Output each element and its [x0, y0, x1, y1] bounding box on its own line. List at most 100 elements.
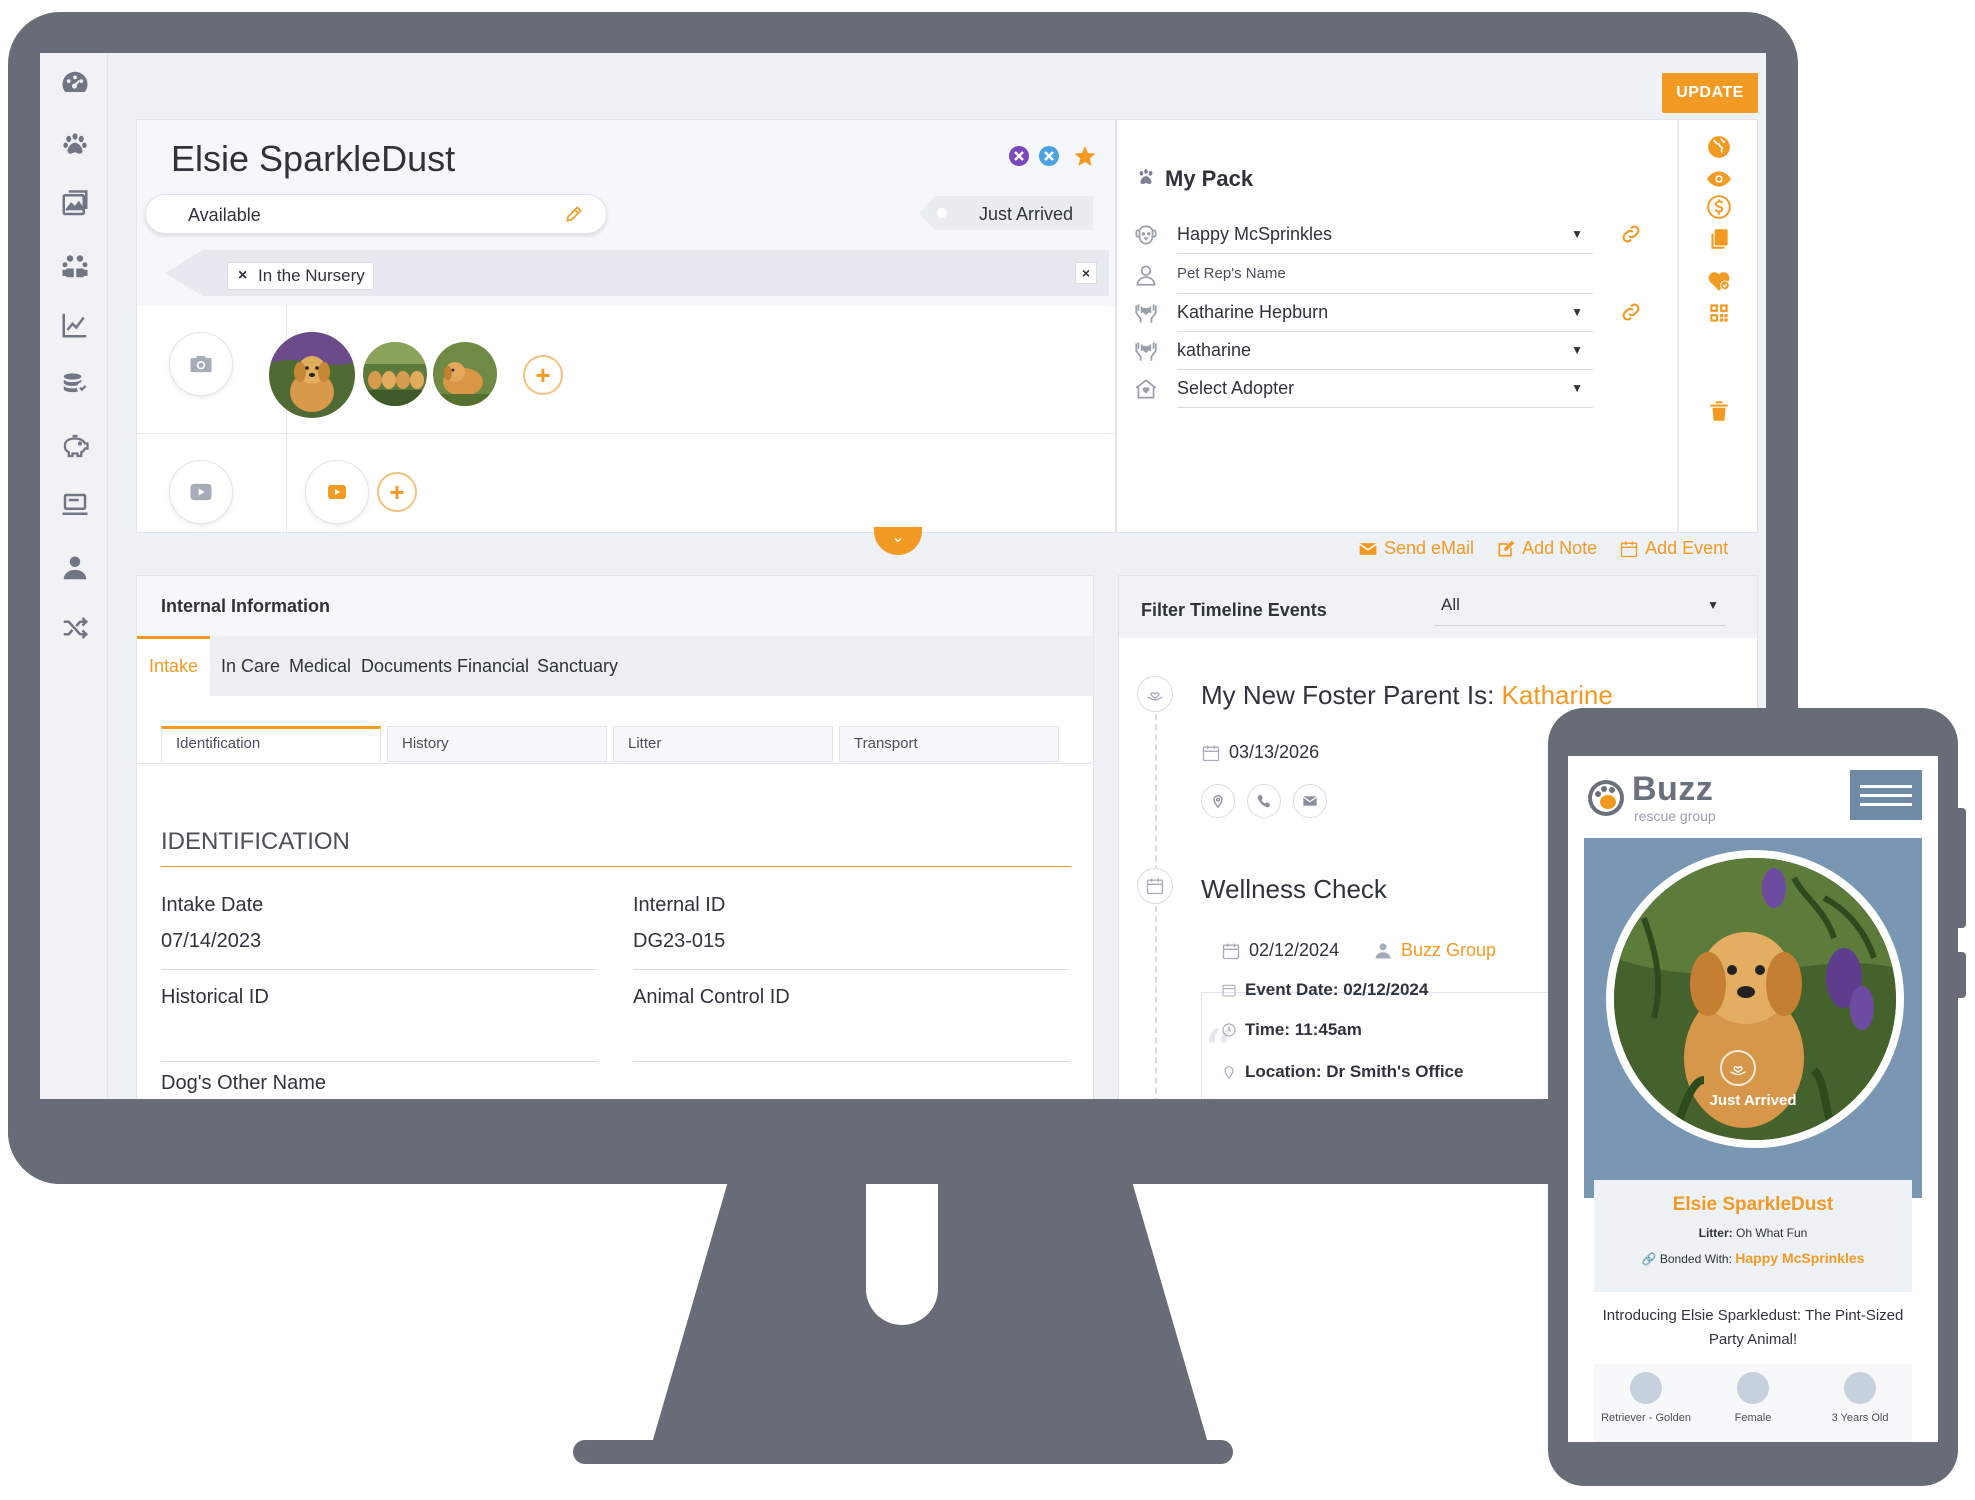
historical-id-field[interactable]	[161, 1022, 597, 1062]
shuffle-icon[interactable]	[60, 613, 90, 643]
quick-actions: Send eMail Add Note Add Event	[1358, 538, 1728, 559]
foster-contact-value: katharine	[1177, 340, 1252, 360]
add-video-button[interactable]: +	[377, 472, 417, 512]
not-fixed-icon[interactable]	[1007, 144, 1031, 168]
user-icon[interactable]	[60, 553, 90, 583]
hands-icon	[1135, 342, 1157, 361]
app-screen: UPDATE Elsie SparkleDust Available Just …	[40, 53, 1766, 1099]
photo-thumbnail-3[interactable]	[433, 342, 497, 406]
qr-code-icon[interactable]	[1706, 300, 1732, 326]
breed-icon	[1630, 1372, 1662, 1404]
gallery-icon[interactable]	[60, 189, 90, 219]
section-title: IDENTIFICATION	[161, 828, 1071, 867]
historical-id-label: Historical ID	[161, 986, 269, 1008]
foster-contact-select[interactable]: katharine ▼	[1177, 334, 1593, 370]
videos-play-icon[interactable]	[169, 460, 233, 524]
bonded-pet-select[interactable]: Happy McSprinkles ▼	[1177, 218, 1593, 254]
bonded-pet-value: Happy McSprinkles	[1177, 224, 1333, 244]
wellness-group[interactable]: Buzz Group	[1373, 940, 1496, 961]
add-event-link[interactable]: Add Event	[1619, 538, 1728, 559]
photos-camera-icon[interactable]	[169, 332, 233, 396]
monitor-stand-notch	[866, 1180, 938, 1325]
pencil-icon[interactable]	[564, 204, 584, 224]
remove-tag-icon[interactable]: ×	[238, 263, 247, 289]
clear-tags-button[interactable]: ×	[1075, 262, 1097, 284]
link-icon[interactable]	[1619, 222, 1643, 246]
heart-check-icon[interactable]	[1706, 268, 1732, 294]
tag-chip[interactable]: × In the Nursery	[227, 262, 374, 290]
add-note-label: Add Note	[1522, 538, 1598, 558]
subtab-litter[interactable]: Litter	[613, 726, 833, 762]
adopter-value: Select Adopter	[1177, 378, 1295, 398]
copy-icon[interactable]	[1706, 226, 1732, 252]
laptop-icon[interactable]	[60, 490, 90, 520]
wellness-date-value: 02/12/2024	[1249, 940, 1340, 960]
internal-id-field[interactable]: DG23-015	[633, 930, 1069, 970]
just-arrived-badge: Just Arrived	[1709, 1092, 1797, 1109]
subtab-identification[interactable]: Identification	[161, 726, 381, 762]
buzz-logo-icon	[1588, 780, 1624, 816]
subtab-transport[interactable]: Transport	[839, 726, 1059, 762]
chart-icon[interactable]	[60, 310, 90, 340]
photo-thumbnail-1[interactable]	[269, 332, 355, 418]
globe-icon[interactable]	[1706, 134, 1732, 160]
tab-sanctuary[interactable]: Sanctuary	[525, 636, 630, 696]
envelope-icon	[1359, 542, 1377, 555]
animal-control-id-field[interactable]	[633, 1022, 1069, 1062]
favorite-star-icon[interactable]	[1073, 144, 1097, 168]
internal-info-title: Internal Information	[161, 596, 331, 616]
dollar-icon[interactable]	[1706, 194, 1732, 220]
tab-intake[interactable]: Intake	[137, 636, 211, 696]
litter-label: Litter:	[1698, 1226, 1733, 1240]
chevron-down-icon: ▼	[1571, 305, 1583, 319]
dashboard-icon[interactable]	[60, 68, 90, 98]
status-select[interactable]: Available	[145, 194, 607, 234]
phone-icon[interactable]	[1247, 784, 1281, 818]
map-pin-icon[interactable]	[1201, 784, 1235, 818]
foster-select[interactable]: Katharine Hepburn ▼	[1177, 296, 1593, 332]
collapse-toggle[interactable]: ⌄	[874, 527, 922, 555]
subtab-history[interactable]: History	[387, 726, 607, 762]
link-icon[interactable]	[1619, 300, 1643, 324]
add-event-label: Add Event	[1645, 538, 1729, 558]
intake-date-field[interactable]: 07/14/2023	[161, 930, 597, 970]
send-email-link[interactable]: Send eMail	[1358, 538, 1474, 559]
mobile-screen: Buzz rescue group Just Arrived Elsie Spa…	[1568, 756, 1938, 1442]
eye-icon[interactable]	[1706, 166, 1732, 192]
phone-side-button	[1958, 952, 1966, 998]
info-tabs: Intake In Care Medical Documents Financi…	[137, 636, 1093, 696]
people-icon[interactable]	[60, 251, 90, 281]
photo-thumbnail-2[interactable]	[363, 342, 427, 406]
trash-icon[interactable]	[1706, 398, 1732, 424]
arrival-label: Just Arrived	[979, 204, 1074, 224]
arrival-tag[interactable]: Just Arrived	[919, 196, 1093, 230]
envelope-icon[interactable]	[1293, 784, 1327, 818]
pet-rep-input[interactable]: Pet Rep's Name	[1177, 258, 1593, 294]
paw-icon	[1139, 169, 1153, 185]
foster-contact-row: katharine ▼	[1133, 334, 1633, 370]
chevron-down-icon: ▼	[1707, 598, 1719, 612]
update-button[interactable]: UPDATE	[1662, 73, 1758, 113]
intake-date-label: Intake Date	[161, 894, 264, 916]
timeline-filter-select[interactable]: All ▼	[1435, 590, 1725, 626]
litter-value: Oh What Fun	[1735, 1226, 1808, 1240]
my-pack-card: My Pack Happy McSprinkles ▼ Pet Rep's Nam…	[1116, 119, 1678, 533]
paw-icon[interactable]	[60, 129, 90, 159]
wellness-time-value: Time: 11:45am	[1245, 1020, 1362, 1039]
menu-button[interactable]	[1850, 770, 1922, 820]
adopter-select[interactable]: Select Adopter ▼	[1177, 372, 1593, 408]
bonded-pet-link[interactable]: Happy McSprinkles	[1735, 1250, 1864, 1266]
foster-row: Katharine Hepburn ▼	[1133, 296, 1640, 332]
not-vaccinated-icon[interactable]	[1037, 144, 1061, 168]
piggy-bank-icon[interactable]	[60, 431, 90, 461]
add-note-link[interactable]: Add Note	[1496, 538, 1597, 559]
foster-event-date-value: 03/13/2026	[1229, 742, 1320, 762]
foster-event-name[interactable]: Katharine	[1502, 680, 1613, 710]
monitor-chin	[8, 1099, 1798, 1184]
age-attribute: 3 Years Old	[1808, 1372, 1912, 1424]
youtube-video-icon[interactable]	[305, 460, 369, 524]
donations-icon[interactable]	[60, 369, 90, 399]
litter-line: Litter: Oh What Fun	[1594, 1226, 1912, 1240]
clock-icon	[1222, 1023, 1236, 1037]
add-photo-button[interactable]: +	[523, 355, 563, 395]
